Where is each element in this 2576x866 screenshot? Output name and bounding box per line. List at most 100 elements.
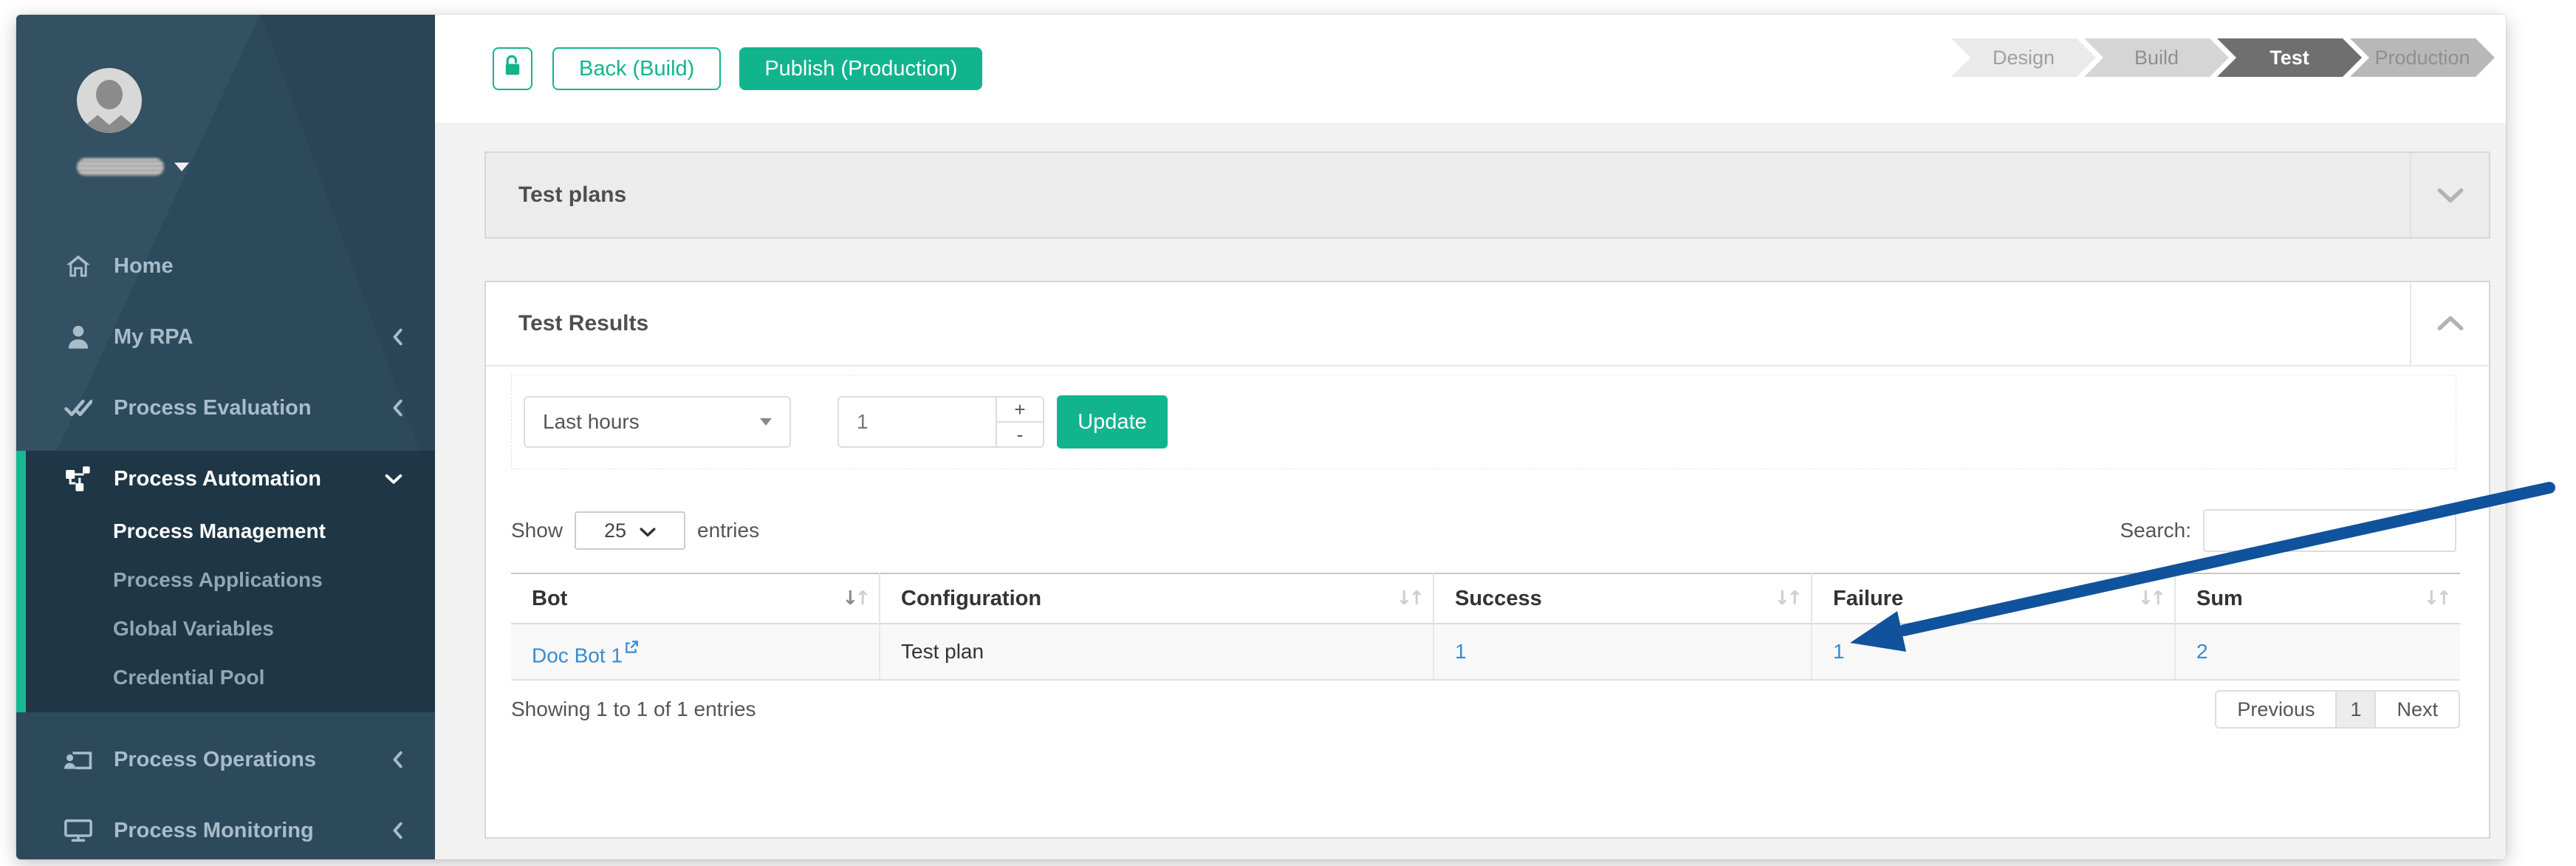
test-plans-title: Test plans (486, 183, 626, 208)
sidebar-subitem-label: Global Variables (113, 617, 274, 641)
sidebar-item-label: Process Automation (114, 467, 321, 491)
topbar: Back (Build) Publish (Production) Design… (435, 15, 2506, 123)
stage-production[interactable]: Production (2350, 38, 2495, 77)
next-page-button[interactable]: Next (2376, 692, 2459, 727)
datatable-controls: Show 25 entries Search: (511, 510, 2456, 551)
search-input[interactable] (2203, 509, 2456, 552)
increment-button[interactable]: + (997, 396, 1044, 423)
previous-page-button[interactable]: Previous (2216, 692, 2335, 727)
column-header-sum[interactable]: Sum ↓↑ (2175, 573, 2460, 624)
sidebar-subitem-credential-pool[interactable]: Credential Pool (26, 653, 435, 702)
app-window: Home My RPA Process Evaluation (16, 15, 2506, 859)
main-area: Back (Build) Publish (Production) Design… (435, 15, 2506, 859)
chevron-down-icon (640, 519, 656, 542)
sidebar-group-process-automation: Process Automation Process Management Pr… (16, 451, 435, 712)
sidebar-subitem-label: Process Applications (113, 568, 323, 592)
column-label: Configuration (901, 587, 1041, 610)
sort-icon: ↓↑ (1774, 587, 1799, 610)
unlock-icon (501, 54, 524, 83)
home-icon (62, 254, 95, 278)
filter-area: Last hours + - Update (511, 375, 2456, 469)
table-row: Doc Bot 1 Test plan 1 1 (511, 624, 2460, 680)
page-size-select[interactable]: 25 (575, 511, 685, 550)
results-table: Bot ↓↑ Configuration ↓↑ Success (511, 573, 2460, 681)
test-plans-expand-toggle[interactable] (2410, 153, 2489, 237)
cell-success: 1 (1433, 624, 1812, 680)
hours-input[interactable] (837, 396, 997, 448)
bot-link[interactable]: Doc Bot 1 (532, 644, 623, 666)
column-label: Sum (2196, 587, 2243, 610)
chevron-down-icon (2436, 187, 2464, 203)
column-header-failure[interactable]: Failure ↓↑ (1812, 573, 2175, 624)
entries-label: entries (697, 519, 759, 542)
column-header-configuration[interactable]: Configuration ↓↑ (880, 573, 1433, 624)
chevron-left-icon (392, 822, 402, 839)
sidebar-subitem-label: Process Management (113, 519, 326, 543)
sort-icon: ↓↑ (1396, 587, 1421, 610)
table-info: Showing 1 to 1 of 1 entries (511, 690, 756, 721)
user-name-redacted (77, 158, 164, 176)
avatar[interactable] (77, 68, 142, 133)
sidebar-item-process-evaluation[interactable]: Process Evaluation (16, 380, 435, 436)
column-header-success[interactable]: Success ↓↑ (1433, 573, 1812, 624)
success-count-link[interactable]: 1 (1455, 640, 1467, 663)
sidebar-item-label: Process Evaluation (114, 396, 312, 420)
user-menu[interactable] (77, 158, 435, 176)
operations-icon (62, 748, 95, 771)
sidebar-item-process-operations[interactable]: Process Operations (16, 732, 435, 788)
sort-icon: ↓↑ (842, 587, 867, 610)
sidebar-item-home[interactable]: Home (16, 238, 435, 294)
page-number-button[interactable]: 1 (2335, 692, 2376, 727)
sidebar-subitem-process-applications[interactable]: Process Applications (26, 556, 435, 604)
stage-build[interactable]: Build (2084, 38, 2229, 77)
column-label: Success (1455, 587, 1542, 610)
page-size-value: 25 (604, 519, 626, 542)
cell-failure: 1 (1812, 624, 2175, 680)
sidebar-item-process-monitoring[interactable]: Process Monitoring (16, 802, 435, 859)
test-results-collapse-toggle[interactable] (2410, 282, 2489, 365)
sum-count-link[interactable]: 2 (2196, 640, 2208, 663)
screenshot-page: Home My RPA Process Evaluation (0, 0, 2576, 866)
show-label: Show (511, 519, 563, 542)
cell-bot: Doc Bot 1 (511, 624, 880, 680)
sidebar: Home My RPA Process Evaluation (16, 15, 435, 859)
profile-section (16, 15, 435, 222)
sitemap-icon (62, 466, 95, 491)
sidebar-item-my-rpa[interactable]: My RPA (16, 309, 435, 365)
sidebar-item-label: My RPA (114, 325, 193, 350)
test-results-panel: Test Results Last hours (484, 281, 2490, 839)
publish-production-button[interactable]: Publish (Production) (739, 47, 982, 90)
sidebar-item-label: Home (114, 254, 174, 279)
sidebar-item-process-automation[interactable]: Process Automation (26, 451, 435, 507)
column-header-bot[interactable]: Bot ↓↑ (511, 573, 880, 624)
sort-icon: ↓↑ (2137, 587, 2162, 610)
sidebar-item-label: Process Operations (114, 748, 316, 772)
sidebar-subitem-process-management[interactable]: Process Management (26, 507, 435, 556)
monitor-icon (62, 819, 95, 842)
caret-down-icon (174, 163, 189, 171)
double-check-icon (62, 397, 95, 419)
sidebar-subitem-global-variables[interactable]: Global Variables (26, 604, 435, 653)
search-control: Search: (2120, 509, 2457, 552)
table-header-row: Bot ↓↑ Configuration ↓↑ Success (511, 573, 2460, 624)
failure-count-link[interactable]: 1 (1833, 640, 1845, 663)
test-plans-panel: Test plans (484, 151, 2490, 239)
stage-breadcrumb: Design Build Test Production (1951, 38, 2495, 77)
page-length-control: Show 25 entries (511, 511, 759, 550)
sidebar-subitem-label: Credential Pool (113, 666, 264, 689)
table-footer: Showing 1 to 1 of 1 entries Previous 1 N… (511, 690, 2460, 729)
lock-button[interactable] (493, 47, 532, 90)
decrement-button[interactable]: - (997, 423, 1044, 448)
avatar-body-shape (83, 108, 136, 133)
chevron-left-icon (392, 751, 402, 768)
chevron-down-icon (385, 474, 402, 484)
back-build-button[interactable]: Back (Build) (552, 47, 721, 90)
stage-design[interactable]: Design (1951, 38, 2096, 77)
period-select[interactable]: Last hours (524, 396, 791, 448)
cell-configuration: Test plan (880, 624, 1433, 680)
external-link-icon (624, 636, 639, 660)
update-button[interactable]: Update (1057, 395, 1168, 449)
test-results-body: Last hours + - Update (486, 366, 2489, 729)
stage-test[interactable]: Test (2217, 38, 2362, 77)
search-label: Search: (2120, 519, 2192, 542)
